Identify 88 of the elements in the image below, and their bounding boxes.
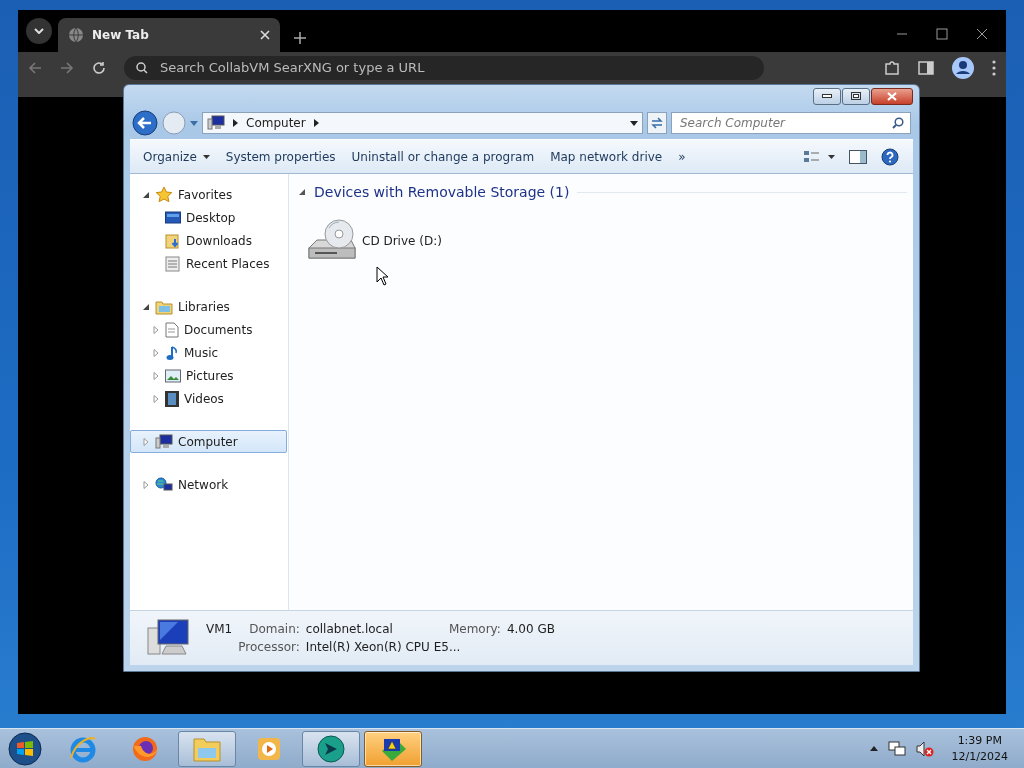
reload-icon[interactable] xyxy=(92,60,106,75)
breadcrumb-arrow-icon[interactable] xyxy=(313,119,319,127)
new-tab-icon[interactable] xyxy=(294,32,306,44)
nav-item[interactable]: Network xyxy=(130,473,287,496)
back-arrow-icon[interactable] xyxy=(28,60,42,75)
close-icon[interactable] xyxy=(976,28,988,40)
more-commands-button[interactable]: » xyxy=(673,145,691,168)
clock-time[interactable]: 1:39 PM xyxy=(957,732,1002,749)
detail-label: Domain: xyxy=(248,622,300,636)
address-bar[interactable]: Computer xyxy=(202,112,643,134)
document-icon xyxy=(165,321,179,338)
nav-item[interactable]: Favorites xyxy=(130,183,287,206)
maximize-icon[interactable] xyxy=(936,28,948,40)
computer-icon xyxy=(207,115,225,131)
nav-item[interactable]: Desktop xyxy=(130,206,287,229)
toolbar-button[interactable]: Map network drive xyxy=(545,145,668,168)
menu-icon[interactable] xyxy=(992,59,996,76)
nav-item[interactable]: Computer xyxy=(130,430,287,453)
group-header[interactable]: Devices with Removable Storage (1) xyxy=(314,184,570,200)
start-button[interactable] xyxy=(8,731,42,766)
nav-item[interactable]: Pictures xyxy=(130,364,287,387)
folder-icon xyxy=(155,298,173,315)
computer-icon xyxy=(146,618,192,658)
computer-name: VM1 xyxy=(206,622,233,636)
toolbar-button[interactable]: Uninstall or change a program xyxy=(346,145,540,168)
clock-date[interactable]: 12/1/2024 xyxy=(951,748,1008,765)
taskbar-button[interactable] xyxy=(364,730,422,767)
minimize-button[interactable] xyxy=(813,87,841,105)
cursor-icon xyxy=(376,266,389,286)
profile-icon[interactable] xyxy=(952,56,974,79)
caret-icon xyxy=(34,28,44,34)
picture-icon xyxy=(165,368,181,383)
desktop-icon xyxy=(165,210,181,225)
folder-icon xyxy=(165,232,181,249)
tab-title: New Tab xyxy=(92,28,150,42)
caret-icon xyxy=(202,154,210,159)
restore-button[interactable] xyxy=(842,87,870,105)
computer-icon xyxy=(155,433,173,450)
expanded-arrow-icon[interactable] xyxy=(142,302,150,311)
nav-item[interactable]: Documents xyxy=(130,318,287,341)
dropdown-caret-icon[interactable] xyxy=(630,120,638,126)
back-button[interactable] xyxy=(132,110,158,136)
restore-icon xyxy=(851,92,861,100)
globe-icon xyxy=(68,27,84,43)
breadcrumb-arrow-icon[interactable] xyxy=(233,119,238,127)
app-icon xyxy=(316,733,346,764)
nav-item[interactable]: Videos xyxy=(130,387,287,410)
toolbar-button[interactable]: System properties xyxy=(220,145,341,168)
minimize-icon xyxy=(822,94,832,98)
nav-item[interactable]: Libraries xyxy=(130,295,287,318)
expanded-arrow-icon[interactable] xyxy=(142,190,150,199)
detail-value: collabnet.local xyxy=(305,622,393,636)
drive-item[interactable]: CD Drive (D:) xyxy=(307,218,442,264)
show-hidden-icons-icon[interactable] xyxy=(869,746,878,751)
detail-value: 4.00 GB xyxy=(506,622,555,636)
star-icon xyxy=(155,185,173,204)
nav-item[interactable]: Music xyxy=(130,341,287,364)
preview-pane-icon[interactable] xyxy=(849,149,867,164)
close-icon xyxy=(887,91,897,101)
film-icon xyxy=(165,390,179,407)
refresh-icon[interactable] xyxy=(647,112,667,134)
detail-value: Intel(R) Xeon(R) CPU E5... xyxy=(305,640,462,654)
document-list-icon xyxy=(165,255,181,272)
side-panel-icon[interactable] xyxy=(918,60,934,75)
tab-list-button[interactable] xyxy=(26,18,52,44)
nav-item[interactable]: Downloads xyxy=(130,229,287,252)
detail-label: Processor: xyxy=(238,640,300,654)
search-icon xyxy=(136,61,148,74)
search-icon xyxy=(892,117,904,129)
address-bar[interactable]: Search CollabVM SearXNG or type a URL xyxy=(124,55,764,80)
recent-pages-caret-icon[interactable] xyxy=(190,120,198,126)
browser-tab[interactable]: New Tab xyxy=(58,18,280,52)
music-note-icon xyxy=(165,344,179,361)
search-box[interactable]: Search Computer xyxy=(671,112,911,134)
nav-item[interactable]: Recent Places xyxy=(130,252,287,275)
help-icon[interactable] xyxy=(881,147,899,166)
taskbar-button[interactable] xyxy=(302,730,360,767)
close-button[interactable] xyxy=(871,87,913,105)
forward-arrow-icon[interactable] xyxy=(60,60,74,75)
muted-speaker-icon[interactable] xyxy=(915,740,934,757)
search-field[interactable]: Search Computer xyxy=(678,115,892,131)
detail-label: Memory: xyxy=(448,622,501,636)
expanded-arrow-icon[interactable] xyxy=(299,188,306,196)
app-icon xyxy=(256,735,282,762)
view-options-icon[interactable] xyxy=(803,149,835,164)
toolbar-menu-button[interactable]: Organize xyxy=(138,145,215,168)
network-icon[interactable] xyxy=(887,740,906,757)
network-icon xyxy=(155,476,173,493)
